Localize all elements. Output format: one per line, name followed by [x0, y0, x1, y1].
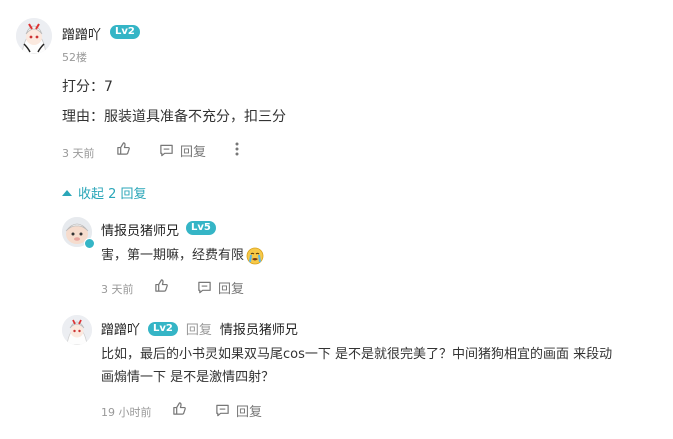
avatar[interactable] — [62, 315, 92, 345]
reply-label: 回复 — [218, 282, 245, 297]
level-badge: Lv2 — [148, 321, 178, 336]
reply-button[interactable]: 回复 — [215, 401, 262, 420]
reply-text-line-1: 比如，最后的小书灵如果双马尾cos一下 是不是就很完美了？中间猪狗相宜的画面 来… — [101, 347, 613, 362]
comment-icon — [215, 403, 230, 418]
thumbs-up-icon — [154, 278, 169, 293]
comment-line-reason: 理由：服装道具准备不充分，扣三分 — [62, 109, 286, 125]
reply-text: 害，第一期嘛，经费有限 — [101, 248, 245, 263]
reply-to-label: 回复 — [185, 323, 212, 338]
collapse-replies-button[interactable]: 收起 2 回复 — [62, 183, 147, 202]
reply-button[interactable]: 回复 — [159, 141, 206, 160]
thumbs-up-icon — [116, 141, 131, 156]
username[interactable]: 蹭蹭吖 — [62, 24, 101, 43]
reply-text-line-2: 画煽情一下 是不是激情四射？ — [101, 370, 275, 385]
avatar[interactable] — [16, 18, 52, 54]
reply-button[interactable]: 回复 — [197, 278, 244, 297]
username[interactable]: 情报员猪师兄 — [101, 220, 179, 239]
collapse-label: 收起 2 回复 — [78, 187, 147, 202]
more-vertical-icon — [234, 141, 240, 157]
reply-header: 蹭蹭吖 Lv2 回复 情报员猪师兄 — [101, 319, 298, 338]
like-button[interactable] — [154, 278, 169, 293]
crying-emoji — [246, 247, 264, 265]
reply-content: 害，第一期嘛，经费有限 — [101, 244, 264, 267]
comment-icon — [197, 280, 212, 295]
username[interactable]: 蹭蹭吖 — [101, 319, 140, 338]
comment-line-score: 打分：7 — [62, 79, 113, 95]
floor-number: 52楼 — [62, 51, 87, 64]
caret-up-icon — [62, 189, 72, 197]
thumbs-up-icon — [172, 401, 187, 416]
comment-icon — [159, 143, 174, 158]
reply-time: 3 天前 — [101, 283, 134, 296]
verified-icon — [84, 238, 95, 249]
reply-label: 回复 — [180, 145, 207, 160]
comment-time: 3 天前 — [62, 147, 95, 160]
level-badge: Lv2 — [110, 25, 140, 39]
reply-target-user[interactable]: 情报员猪师兄 — [220, 319, 298, 338]
level-badge: Lv5 — [186, 221, 216, 235]
reply-label: 回复 — [236, 405, 263, 420]
more-button[interactable] — [234, 141, 240, 157]
reply-time: 19 小时前 — [101, 406, 152, 419]
like-button[interactable] — [172, 401, 187, 416]
like-button[interactable] — [116, 141, 131, 156]
